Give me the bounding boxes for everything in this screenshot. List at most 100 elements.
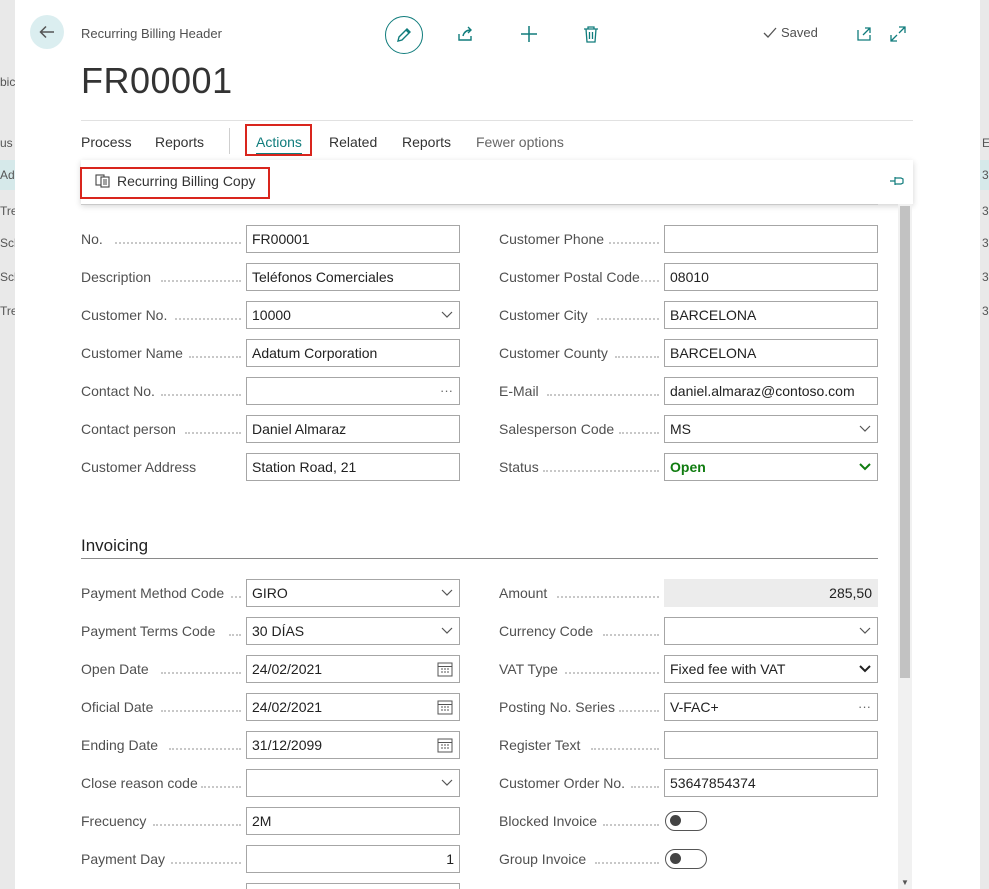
menu-process[interactable]: Process [81, 132, 132, 152]
customer-order-no-input[interactable]: 53647854374 [664, 769, 878, 797]
field-label: Register Text [499, 737, 581, 753]
salesperson-code-select[interactable]: MS [664, 415, 878, 443]
field-label: Posting No. Series [499, 699, 615, 715]
chevron-down-icon [441, 770, 453, 796]
customer-name-input[interactable]: Adatum Corporation [246, 339, 460, 367]
customer-county-input[interactable]: BARCELONA [664, 339, 878, 367]
bg-fragment: Tre [0, 304, 15, 318]
menu-fewer-options[interactable]: Fewer options [476, 132, 564, 152]
field-payment-day: Payment Day 1 [81, 845, 461, 873]
chevron-down-icon [441, 302, 453, 328]
customer-city-input[interactable]: BARCELONA [664, 301, 878, 329]
bg-fragment: 3 [982, 204, 989, 218]
customer-no-select[interactable]: 10000 [246, 301, 460, 329]
oficial-date-input[interactable]: 24/02/2021 [246, 693, 460, 721]
chevron-down-icon [859, 656, 871, 682]
close-reason-code-select[interactable] [246, 769, 460, 797]
bg-fragment: Tre [0, 204, 15, 218]
posting-no-series-input[interactable]: V-FAC+ ··· [664, 693, 878, 721]
field-label: Customer County [499, 345, 608, 361]
edit-button[interactable] [385, 16, 423, 54]
open-date-input[interactable]: 24/02/2021 [246, 655, 460, 683]
menu-reports-promoted[interactable]: Reports [155, 132, 204, 152]
trash-icon [584, 26, 598, 43]
back-button[interactable] [30, 15, 64, 49]
payment-day-input[interactable]: 1 [246, 845, 460, 873]
field-group-invoice: Group Invoice [499, 845, 879, 873]
share-button[interactable] [453, 16, 477, 52]
field-frecuency: Frecuency 2M [81, 807, 461, 835]
field-posting-no-series: Posting No. Series V-FAC+ ··· [499, 693, 879, 721]
field-label: Frecuency [81, 813, 147, 829]
expand-button[interactable] [887, 16, 909, 52]
field-label: Payment Day [81, 851, 166, 867]
register-text-input[interactable] [664, 731, 878, 759]
field-contact-person: Contact person Daniel Almaraz [81, 415, 461, 443]
customer-phone-input[interactable] [664, 225, 878, 253]
ellipsis-icon[interactable]: ··· [440, 378, 453, 404]
menu-reports[interactable]: Reports [402, 132, 451, 152]
amount-value: 285,50 [664, 579, 878, 607]
background-list-right: E 3 3 3 3 3 [980, 0, 989, 889]
page-caption: Recurring Billing Header [81, 26, 222, 41]
description-input[interactable]: Teléfonos Comerciales [246, 263, 460, 291]
blocked-invoice-toggle[interactable] [665, 811, 707, 831]
field-label: Customer City [499, 307, 588, 323]
ellipsis-icon[interactable]: ··· [858, 694, 871, 720]
section-title-invoicing[interactable]: Invoicing [81, 536, 148, 556]
pin-button[interactable] [889, 174, 905, 192]
highlight-box-actions [245, 124, 312, 156]
next-field-input[interactable] [246, 883, 460, 889]
calendar-icon[interactable] [437, 732, 453, 758]
bg-fragment: 3 [982, 270, 989, 284]
menu-related[interactable]: Related [329, 132, 377, 152]
field-label: Customer Address [81, 459, 197, 475]
field-label: Customer Name [81, 345, 183, 361]
customer-postal-code-input[interactable]: 08010 [664, 263, 878, 291]
vertical-scrollbar[interactable]: ▼ [898, 204, 912, 889]
field-salesperson-code: Salesperson Code MS [499, 415, 879, 443]
status-select[interactable]: Open [664, 453, 878, 481]
chevron-down-icon [441, 618, 453, 644]
field-description: Description Teléfonos Comerciales [81, 263, 461, 291]
field-customer-name: Customer Name Adatum Corporation [81, 339, 461, 367]
delete-button[interactable] [579, 16, 603, 52]
bg-fragment: bic [0, 75, 15, 89]
frecuency-input[interactable]: 2M [246, 807, 460, 835]
field-label: No. [81, 231, 103, 247]
field-label: Open Date [81, 661, 149, 677]
expand-icon [890, 26, 906, 42]
payment-method-code-select[interactable]: GIRO [246, 579, 460, 607]
field-ending-date: Ending Date 31/12/2099 [81, 731, 461, 759]
payment-terms-code-select[interactable]: 30 DÍAS [246, 617, 460, 645]
email-input[interactable]: daniel.almaraz@contoso.com [664, 377, 878, 405]
scroll-down-icon[interactable]: ▼ [901, 878, 909, 887]
field-label: Contact person [81, 421, 176, 437]
pin-icon [890, 177, 904, 185]
field-label: Description [81, 269, 152, 285]
pencil-icon [397, 28, 411, 42]
field-label: Oficial Date [81, 699, 154, 715]
new-button[interactable] [517, 16, 541, 52]
vat-type-select[interactable]: Fixed fee with VAT [664, 655, 878, 683]
field-label: Blocked Invoice [499, 813, 598, 829]
calendar-icon[interactable] [437, 694, 453, 720]
bg-fragment: 3 [982, 304, 989, 318]
group-invoice-toggle[interactable] [665, 849, 707, 869]
no-input[interactable]: FR00001 [246, 225, 460, 253]
currency-code-select[interactable] [664, 617, 878, 645]
scrollbar-thumb[interactable] [900, 206, 910, 678]
open-new-window-button[interactable] [853, 16, 875, 52]
contact-no-input[interactable]: ··· [246, 377, 460, 405]
highlight-box-recurring-billing-copy [80, 167, 270, 199]
card-page: Recurring Billing Header FR00001 Saved P… [15, 0, 980, 889]
field-customer-order-no: Customer Order No. 53647854374 [499, 769, 879, 797]
contact-person-input[interactable]: Daniel Almaraz [246, 415, 460, 443]
calendar-icon[interactable] [437, 656, 453, 682]
chevron-down-icon [441, 580, 453, 606]
customer-address-input[interactable]: Station Road, 21 [246, 453, 460, 481]
field-register-text: Register Text [499, 731, 879, 759]
ending-date-input[interactable]: 31/12/2099 [246, 731, 460, 759]
field-label: Status [499, 459, 539, 475]
field-no: No. FR00001 [81, 225, 461, 253]
